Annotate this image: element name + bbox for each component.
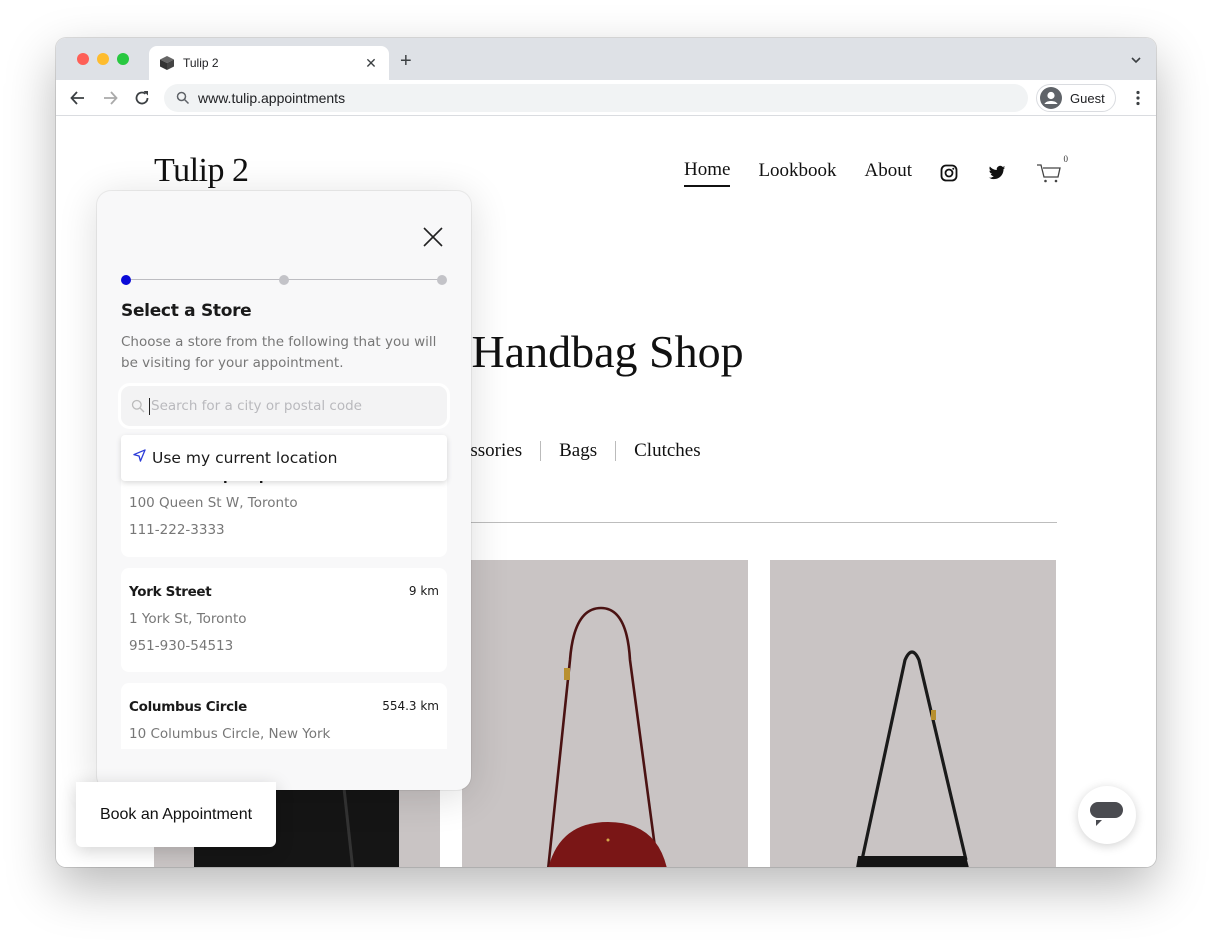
- close-icon[interactable]: ✕: [363, 55, 379, 72]
- store-distance: 554.3 km: [382, 699, 439, 713]
- profile-label: Guest: [1070, 90, 1105, 106]
- product-image-red-round-bag[interactable]: [462, 560, 748, 867]
- minimize-window-button[interactable]: [97, 53, 109, 65]
- store-address: 1 York St, Toronto: [129, 611, 247, 627]
- nav-home[interactable]: Home: [684, 159, 731, 187]
- progress-stepper: [121, 275, 447, 285]
- address-bar[interactable]: www.tulip.appointments: [164, 84, 1028, 112]
- store-name: Columbus Circle: [129, 699, 247, 715]
- browser-tab[interactable]: Tulip 2 ✕: [149, 46, 389, 80]
- store-phone: 951-930-54513: [129, 638, 234, 654]
- category-bags[interactable]: Bags: [541, 440, 615, 462]
- store-card[interactable]: Columbus Circle 554.3 km 10 Columbus Cir…: [121, 683, 447, 749]
- close-window-button[interactable]: [77, 53, 89, 65]
- nav-about[interactable]: About: [865, 160, 913, 186]
- maximize-window-button[interactable]: [117, 53, 129, 65]
- tab-strip: Tulip 2 ✕ +: [56, 38, 1156, 80]
- red-round-bag-image: [547, 606, 667, 867]
- close-icon[interactable]: [422, 226, 444, 248]
- arrow-right-icon[interactable]: [100, 88, 120, 108]
- location-arrow-icon: [133, 448, 146, 462]
- cube-icon: [160, 56, 174, 70]
- chevron-down-icon[interactable]: [1130, 54, 1142, 66]
- plus-icon[interactable]: +: [400, 51, 412, 71]
- instagram-icon[interactable]: [940, 164, 958, 182]
- cart-icon: [1037, 164, 1061, 183]
- product-image-black-shoulder-bag[interactable]: [770, 560, 1056, 867]
- search-icon: [131, 399, 145, 413]
- nav-lookbook[interactable]: Lookbook: [758, 160, 836, 186]
- browser-window: Tulip 2 ✕ + www.tulip.appointments Guest…: [56, 38, 1156, 867]
- web-page: Tulip 2 Home Lookbook About 0 The Handba…: [56, 117, 1156, 867]
- twitter-icon[interactable]: [988, 164, 1006, 182]
- black-shoulder-bag-image: [856, 650, 969, 867]
- category-clutches[interactable]: Clutches: [616, 440, 719, 462]
- text-cursor: [149, 397, 150, 415]
- select-store-modal: Select a Store Choose a store from the f…: [97, 191, 471, 790]
- tab-title: Tulip 2: [183, 56, 219, 70]
- cart-count: 0: [1063, 154, 1069, 164]
- use-current-location-option[interactable]: Use my current location: [121, 435, 447, 481]
- browser-toolbar: www.tulip.appointments Guest: [56, 80, 1156, 116]
- store-address: 100 Queen St W, Toronto: [129, 495, 298, 511]
- step-1-active: [121, 275, 131, 285]
- store-list[interactable]: Nathan Phillips Square 100 Queen St W, T…: [121, 437, 447, 749]
- store-name: York Street: [129, 584, 212, 600]
- store-phone: 111-222-3333: [129, 522, 225, 538]
- arrow-left-icon[interactable]: [68, 88, 88, 108]
- site-nav: Home Lookbook About 0: [684, 154, 1068, 187]
- step-3: [437, 275, 447, 285]
- chat-bubble-icon: [1090, 802, 1123, 826]
- reload-icon[interactable]: [132, 88, 152, 108]
- store-distance: 9 km: [408, 584, 439, 598]
- store-card[interactable]: York Street 9 km 1 York St, Toronto 951-…: [121, 568, 447, 672]
- modal-title: Select a Store: [121, 301, 252, 321]
- chat-button[interactable]: [1078, 786, 1136, 844]
- cart-button[interactable]: 0: [1036, 154, 1068, 184]
- store-search-field[interactable]: [118, 383, 450, 429]
- store-search-input[interactable]: [151, 398, 431, 414]
- url-text: www.tulip.appointments: [198, 90, 346, 106]
- profile-button[interactable]: Guest: [1036, 84, 1116, 112]
- use-current-location-label: Use my current location: [152, 449, 338, 467]
- book-appointment-button[interactable]: Book an Appointment: [76, 782, 276, 847]
- kebab-icon[interactable]: [1136, 90, 1140, 106]
- search-icon: [176, 91, 190, 105]
- person-icon: [1040, 87, 1062, 109]
- site-logo[interactable]: Tulip 2: [154, 152, 249, 190]
- step-2: [279, 275, 289, 285]
- modal-description: Choose a store from the following that y…: [121, 334, 437, 371]
- store-address: 10 Columbus Circle, New York: [129, 726, 331, 742]
